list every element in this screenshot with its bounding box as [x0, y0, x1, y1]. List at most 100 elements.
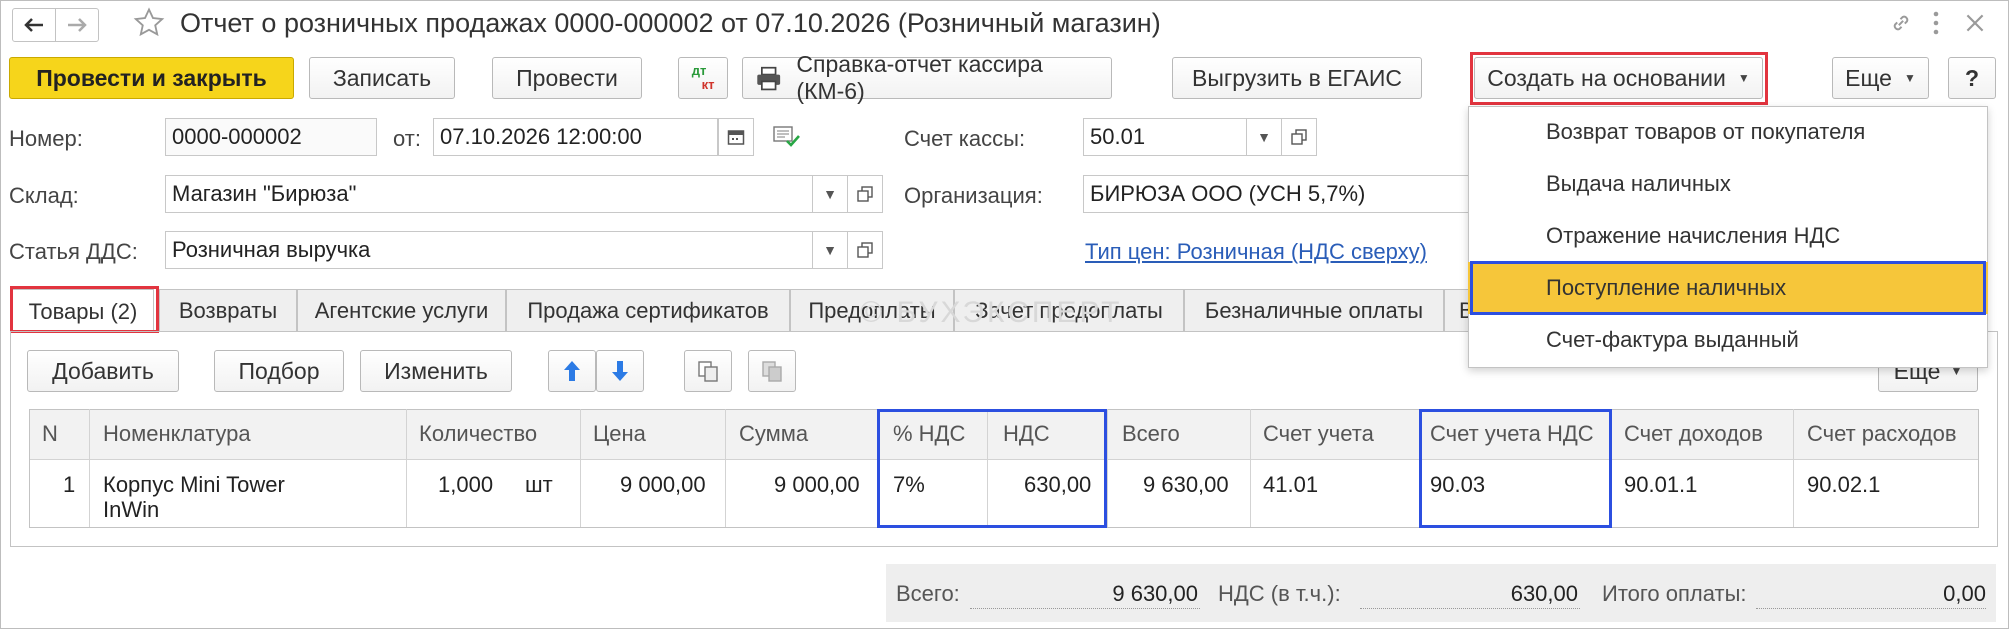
dds-field[interactable]: Розничная выручка [165, 231, 818, 269]
vat-columns-highlight [877, 409, 1107, 528]
paste-icon [762, 361, 782, 382]
cashier-report-button[interactable]: Справка-отчет кассира (КМ-6) [742, 51, 1112, 104]
menu-item-cash-issue[interactable]: Выдача наличных [1468, 158, 1988, 210]
cell-account: 41.01 [1263, 472, 1319, 497]
caret-down-icon: ▼ [1257, 129, 1271, 145]
dds-label: Статья ДДС: [9, 239, 138, 264]
vat-account-column-highlight [1419, 409, 1612, 528]
cash-account-label: Счет кассы: [904, 126, 1026, 151]
organization-field[interactable]: БИРЮЗА ООО (УСН 5,7%) [1083, 175, 1473, 213]
open-window-icon [1291, 129, 1307, 145]
create-based-on-highlight [1470, 52, 1768, 105]
warehouse-dropdown[interactable]: ▼ [812, 175, 848, 213]
caret-down-icon: ▼ [823, 242, 837, 258]
menu-item-return-from-buyer[interactable]: Возврат товаров от покупателя [1468, 106, 1988, 158]
warehouse-label: Склад: [9, 183, 79, 208]
tab-agent-services[interactable]: Агентские услуги [297, 289, 506, 331]
calendar-icon [727, 130, 745, 145]
back-button[interactable] [12, 8, 56, 42]
arrow-up-icon [564, 361, 580, 381]
date-label: от: [393, 126, 421, 151]
col-header-expense-account[interactable]: Счет расходов [1807, 421, 1957, 447]
footer-payment-value: 0,00 [1943, 581, 1986, 606]
watermark: © БУХЭКСПЕРТ [860, 296, 1123, 329]
col-header-price[interactable]: Цена [593, 421, 646, 447]
col-header-total[interactable]: Всего [1122, 421, 1180, 447]
cell-income-account: 90.01.1 [1624, 472, 1698, 497]
forward-button[interactable] [55, 8, 99, 42]
egais-button[interactable]: Выгрузить в ЕГАИС [1172, 57, 1422, 99]
favorite-star-icon[interactable] [132, 6, 168, 42]
calendar-button[interactable] [718, 118, 754, 156]
menu-item-vat-accrual[interactable]: Отражение начисления НДС [1468, 210, 1988, 262]
cell-unit: шт [525, 472, 553, 497]
date-field[interactable]: 07.10.2026 12:00:00 [433, 118, 718, 156]
col-header-sum[interactable]: Сумма [739, 421, 808, 447]
footer-dotted-line [1756, 608, 1986, 609]
footer-payment-label: Итого оплаты: [1602, 581, 1747, 606]
tab-goods-highlight [10, 286, 159, 333]
cash-account-open[interactable] [1281, 118, 1317, 156]
dt-label: дт [691, 63, 707, 78]
change-button[interactable]: Изменить [360, 350, 512, 392]
post-and-close-button[interactable]: Провести и закрыть [9, 57, 294, 99]
post-button[interactable]: Провести [492, 57, 642, 99]
menu-item-invoice-issued[interactable]: Счет-фактура выданный [1468, 314, 1988, 366]
warehouse-open[interactable] [847, 175, 883, 213]
col-header-n[interactable]: N [42, 421, 58, 447]
cash-account-dropdown[interactable]: ▼ [1246, 118, 1282, 156]
dt-kt-button[interactable]: дт кт [678, 57, 728, 99]
cell-total: 9 630,00 [1143, 472, 1229, 497]
cell-expense-account: 90.02.1 [1807, 472, 1881, 497]
cell-sum: 9 000,00 [774, 472, 860, 497]
close-icon[interactable] [1962, 10, 1992, 40]
tab-cashless-payments[interactable]: Безналичные оплаты [1184, 289, 1444, 331]
col-header-item[interactable]: Номенклатура [103, 421, 251, 447]
link-icon[interactable] [1888, 10, 1918, 40]
footer-vat-label: НДС (в т.ч.): [1218, 581, 1341, 606]
footer-dotted-line [970, 608, 1200, 609]
col-header-qty[interactable]: Количество [419, 421, 537, 447]
col-header-account[interactable]: Счет учета [1263, 421, 1374, 447]
save-button[interactable]: Записать [309, 57, 455, 99]
menu-dots-icon[interactable] [1924, 8, 1954, 42]
add-button[interactable]: Добавить [27, 350, 179, 392]
number-field[interactable]: 0000-000002 [165, 118, 377, 156]
cell-item-line2: InWin [103, 497, 160, 522]
move-down-button[interactable] [596, 350, 644, 392]
tab-returns[interactable]: Возвраты [159, 289, 297, 331]
tab-certificates[interactable]: Продажа сертификатов [506, 289, 790, 331]
pick-button[interactable]: Подбор [214, 350, 344, 392]
warehouse-field[interactable]: Магазин "Бирюза" [165, 175, 818, 213]
number-label: Номер: [9, 126, 83, 151]
footer-vat-value: 630,00 [1510, 581, 1578, 606]
dds-dropdown[interactable]: ▼ [812, 231, 848, 269]
footer-dotted-line [1360, 608, 1580, 609]
printer-icon [757, 66, 781, 91]
document-check-icon[interactable] [772, 124, 804, 152]
help-button[interactable]: ? [1948, 57, 1996, 99]
cell-price: 9 000,00 [620, 472, 706, 497]
open-window-icon [857, 242, 873, 258]
organization-label: Организация: [904, 183, 1043, 208]
kt-label: кт [701, 77, 715, 92]
more-button[interactable]: Еще ▼ [1832, 57, 1929, 99]
arrow-right-icon [68, 18, 87, 32]
more-label: Еще [1845, 64, 1892, 91]
footer-total-value: 9 630,00 [1112, 581, 1198, 606]
arrow-left-icon [24, 18, 43, 32]
col-header-income-account[interactable]: Счет доходов [1624, 421, 1763, 447]
paste-row-button[interactable] [748, 350, 796, 392]
copy-row-button[interactable] [684, 350, 732, 392]
price-type-link[interactable]: Тип цен: Розничная (НДС сверху) [1085, 239, 1427, 265]
dds-open[interactable] [847, 231, 883, 269]
move-up-button[interactable] [548, 350, 596, 392]
copy-icon [698, 361, 718, 382]
open-window-icon [857, 186, 873, 202]
caret-down-icon: ▼ [1903, 71, 1916, 85]
arrow-down-icon [612, 361, 628, 381]
footer-total-label: Всего: [896, 581, 960, 606]
cashier-report-label: Справка-отчет кассира (КМ-6) [796, 51, 1043, 104]
cash-account-field[interactable]: 50.01 [1083, 118, 1252, 156]
cell-n: 1 [63, 472, 76, 497]
